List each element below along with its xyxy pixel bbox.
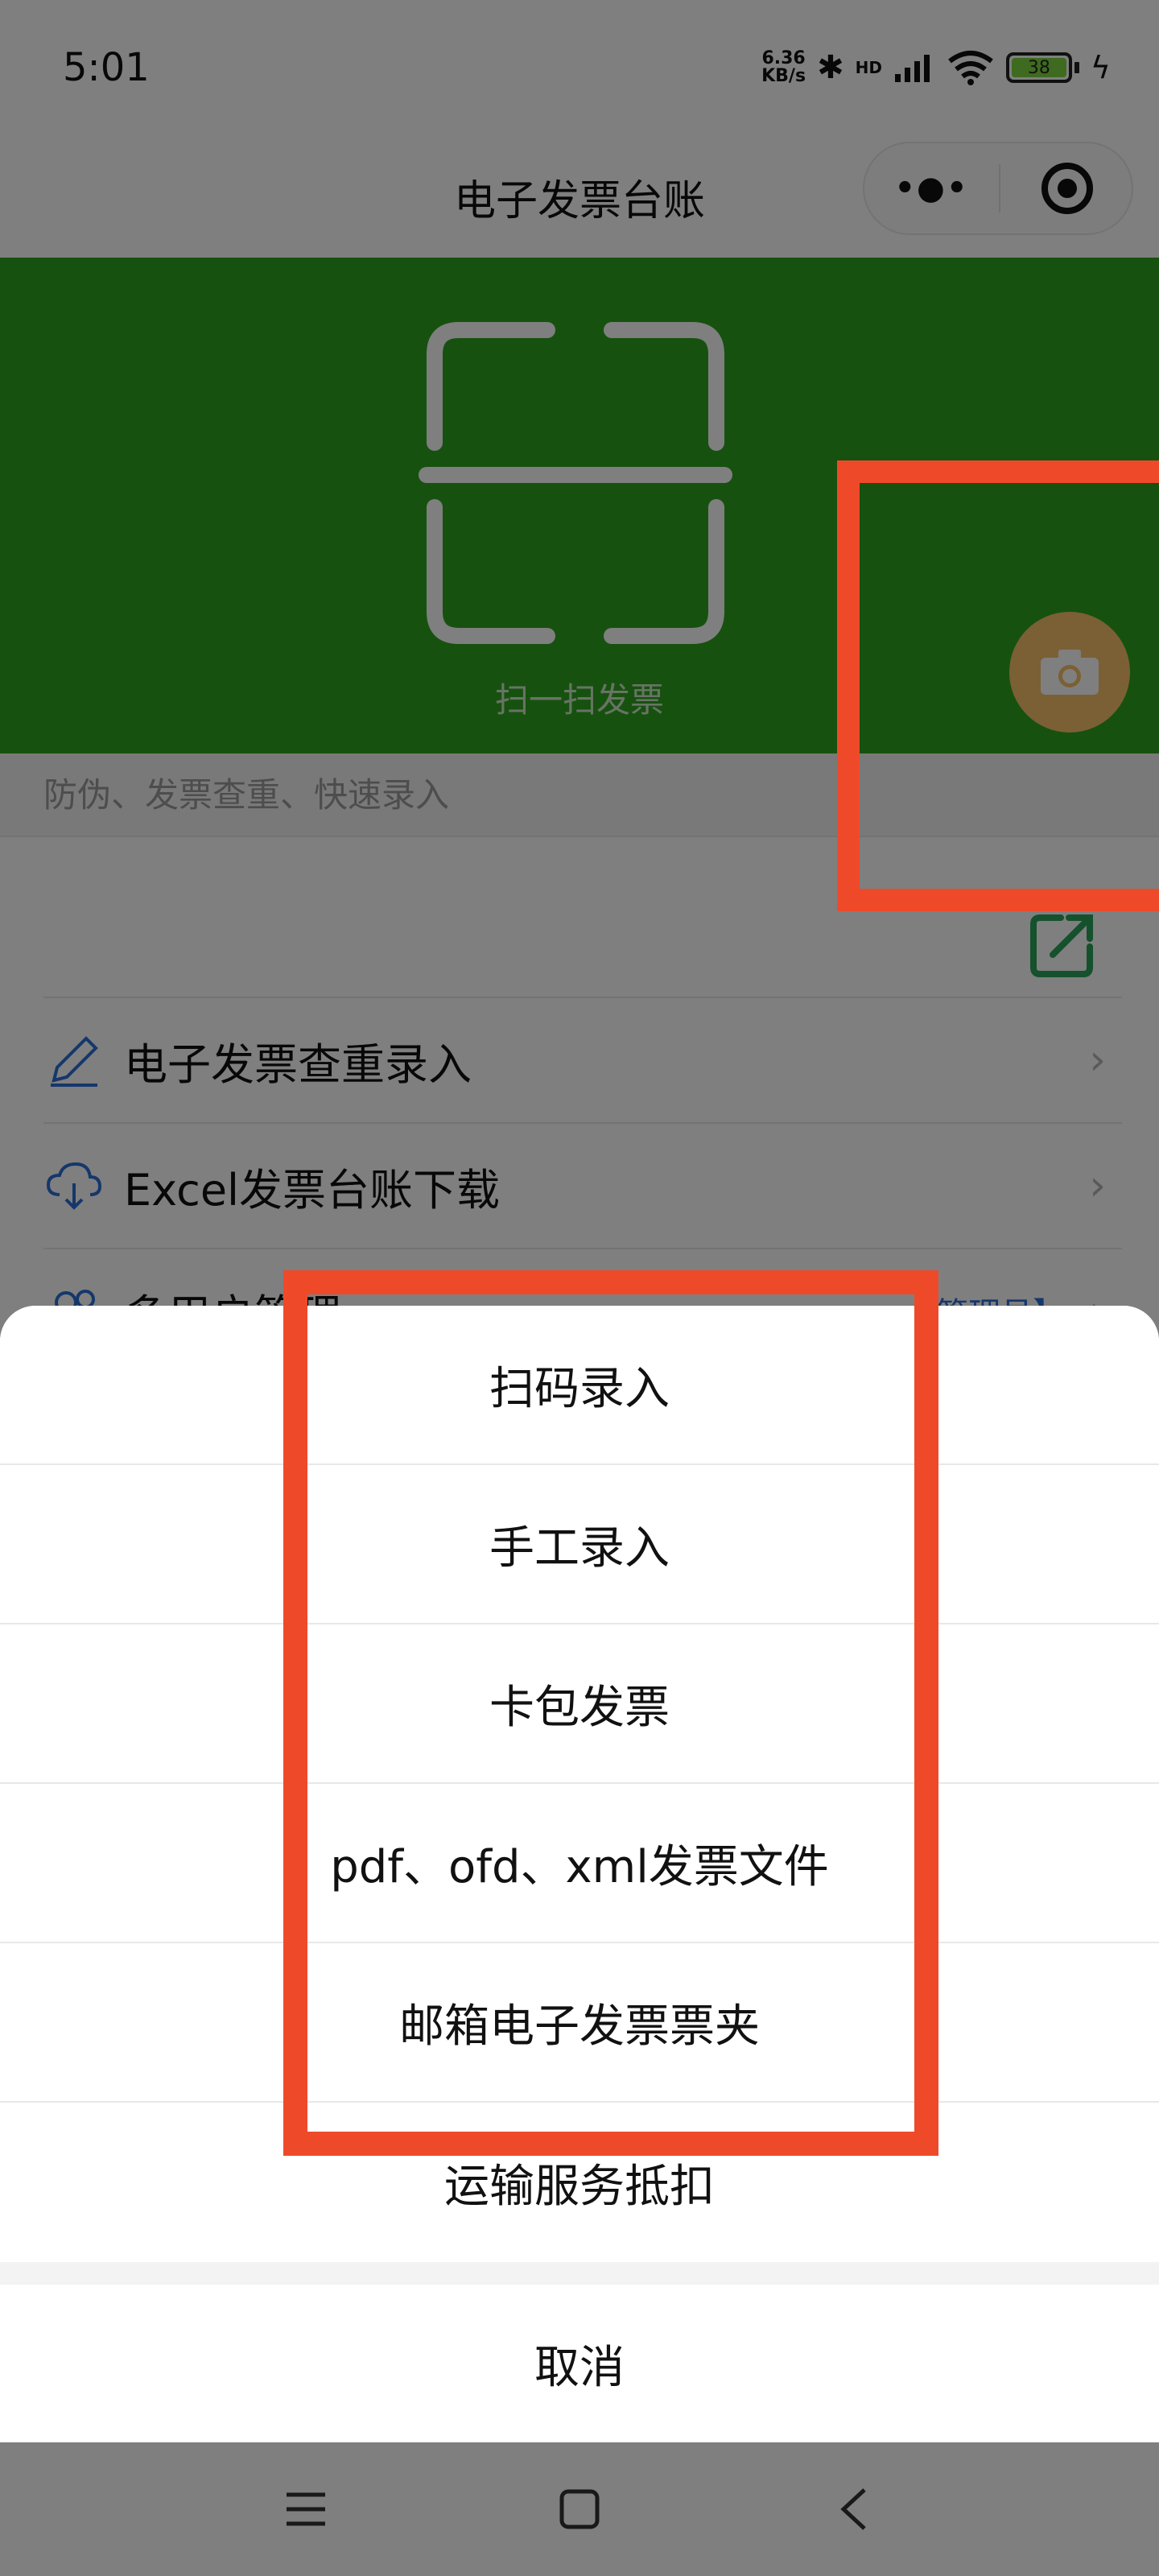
cancel-button[interactable]: 取消 <box>0 2285 1159 2442</box>
back-chevron-icon <box>840 2488 866 2530</box>
menu-nav-button[interactable] <box>270 2473 342 2545</box>
home-square-icon <box>559 2489 600 2529</box>
menu-lines-icon <box>287 2492 325 2526</box>
page: 5:01 6.36 KB/s ✱ HD 38 <box>0 0 1159 2576</box>
annotation-highlight-options <box>283 1270 938 2156</box>
annotation-highlight-camera <box>837 460 1159 911</box>
sheet-separator <box>0 2262 1159 2285</box>
back-nav-button[interactable] <box>817 2473 889 2545</box>
home-nav-button[interactable] <box>543 2473 616 2545</box>
system-nav-bar <box>0 2442 1159 2576</box>
